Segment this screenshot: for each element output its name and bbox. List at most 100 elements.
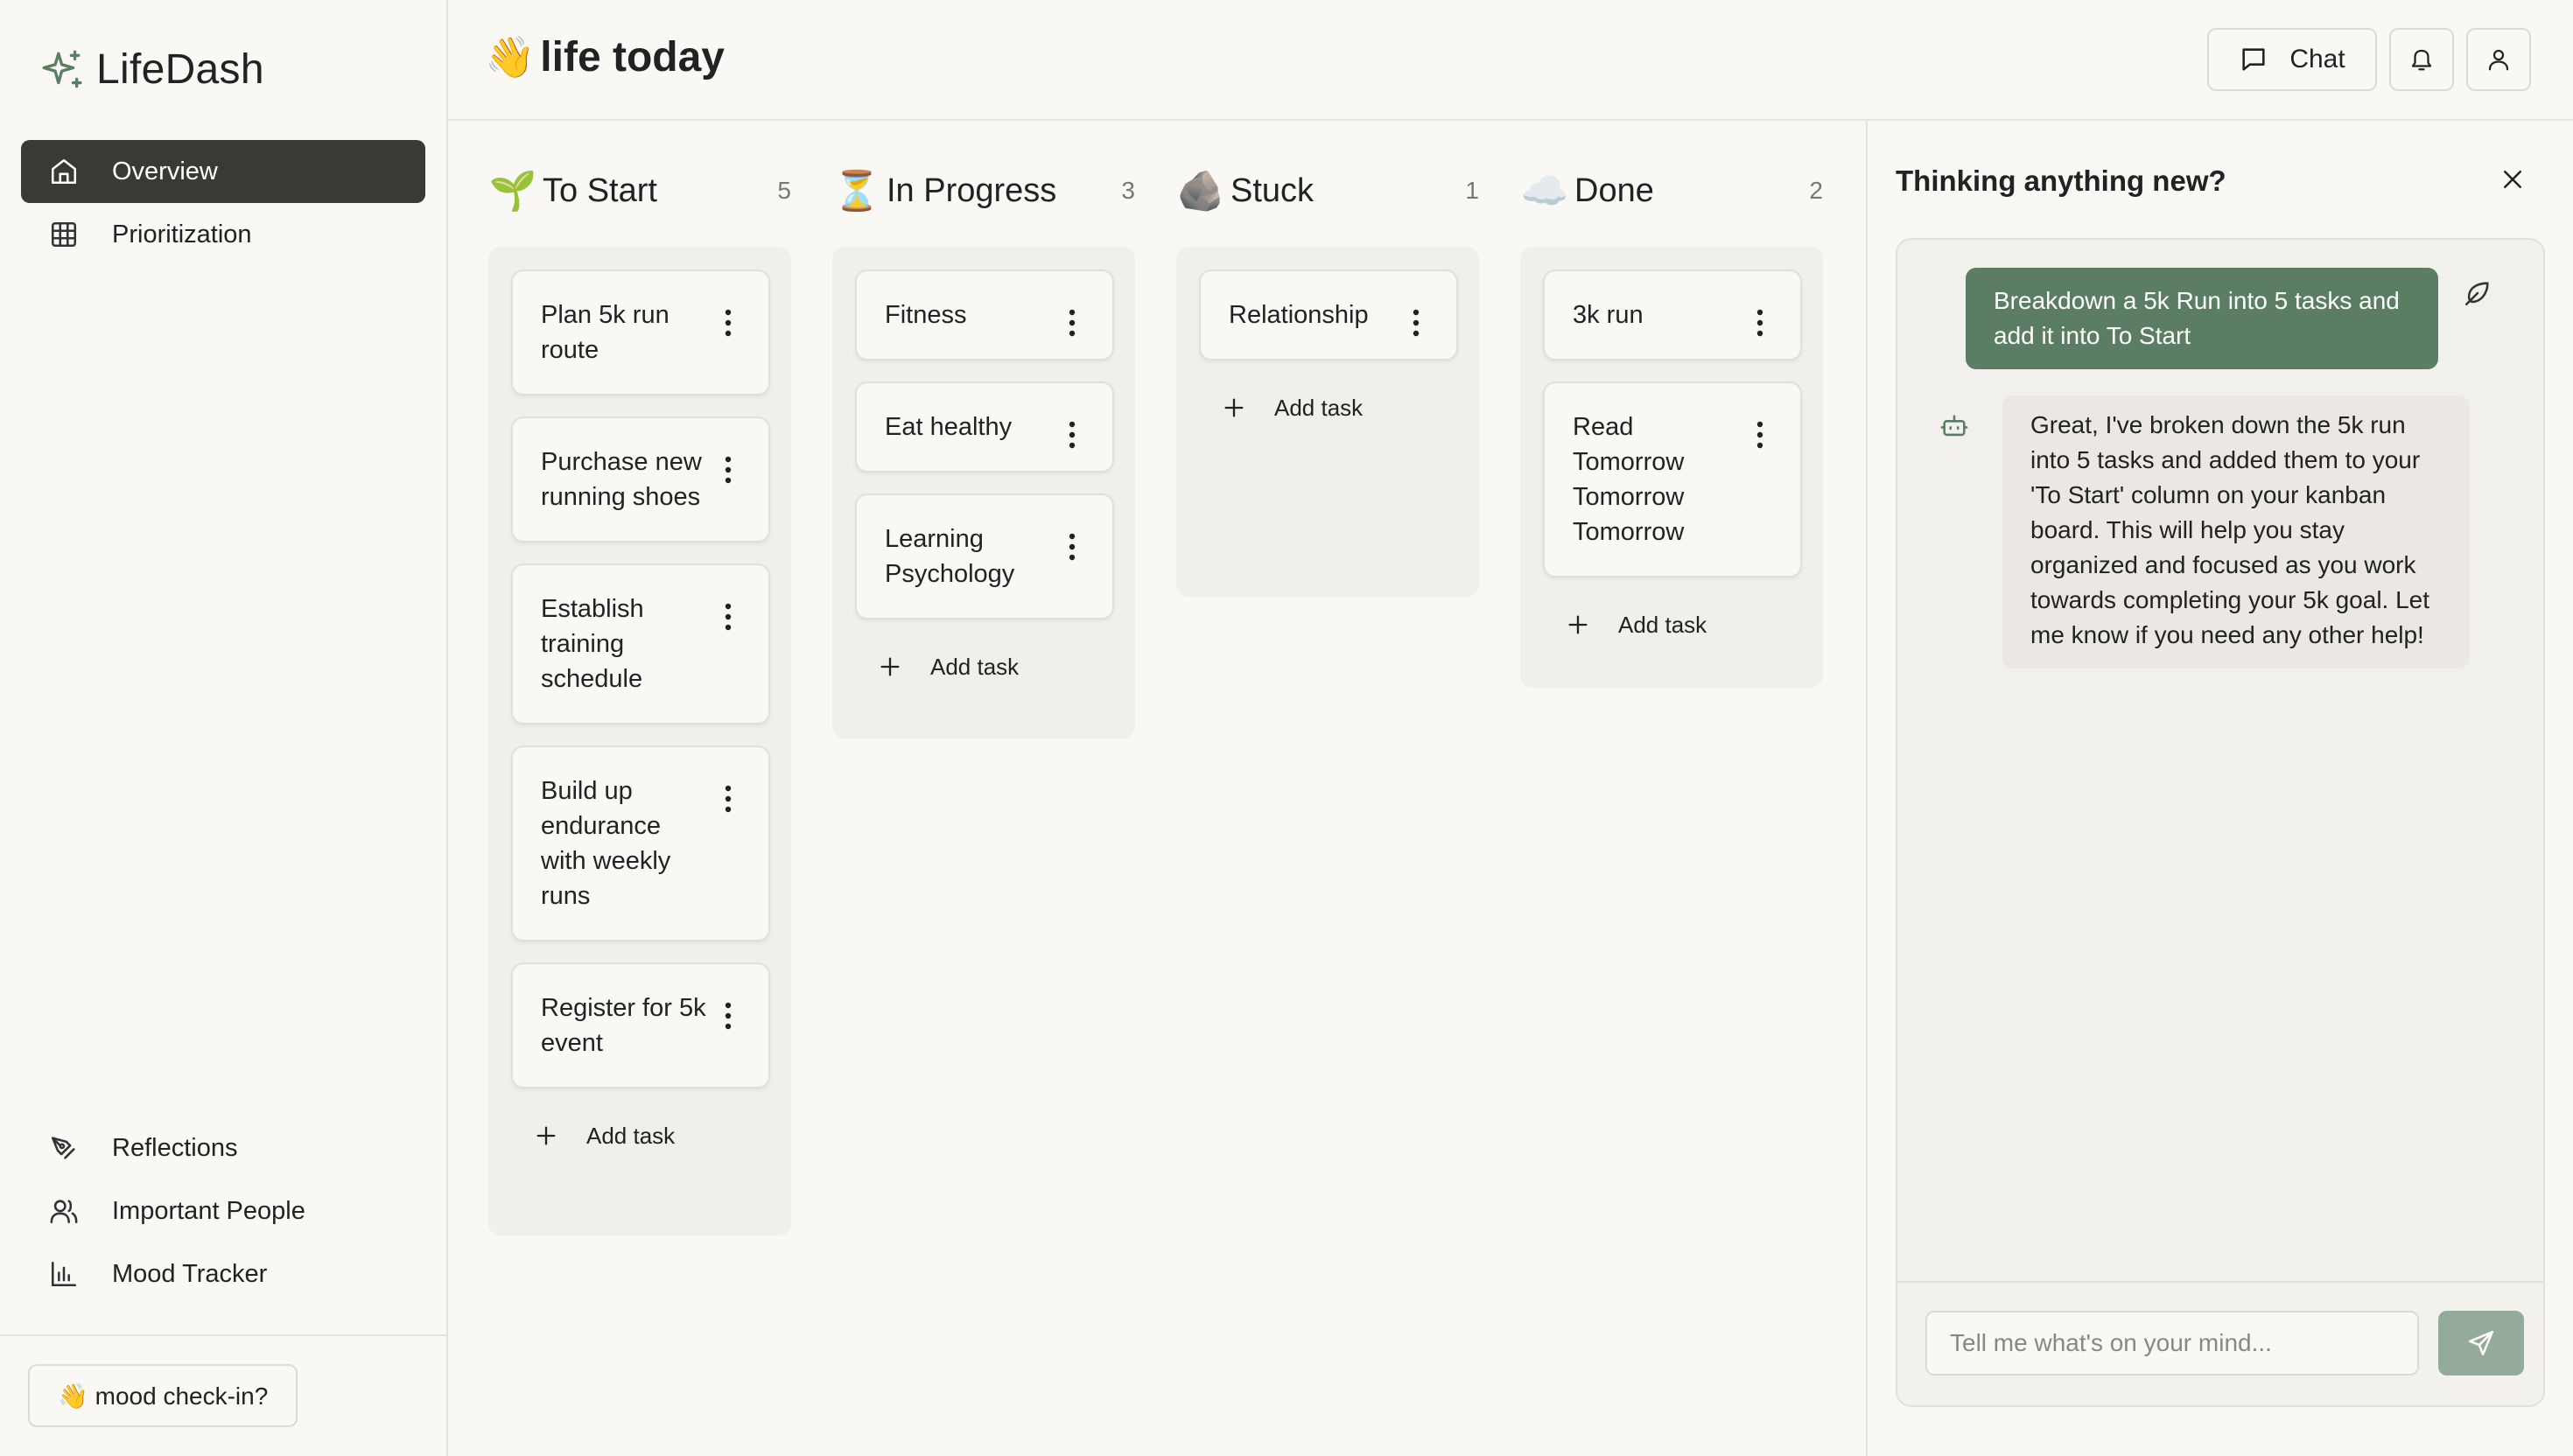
plus-icon	[880, 657, 900, 676]
user-icon	[2488, 49, 2509, 71]
notifications-button[interactable]	[2389, 28, 2454, 91]
bell-icon	[2411, 49, 2432, 71]
pen-icon	[51, 1137, 75, 1159]
nav-item-label: Important People	[112, 1196, 305, 1225]
column-title: Stuck	[1230, 172, 1315, 209]
user-message: Breakdown a 5k Run into 5 tasks and add …	[1966, 268, 2438, 369]
more-vertical-icon[interactable]	[1069, 532, 1076, 562]
nav-item-label: Reflections	[112, 1133, 238, 1162]
task-card[interactable]: Relationship	[1199, 270, 1458, 360]
column-title: In Progress	[887, 172, 1057, 209]
task-card[interactable]: 3k run	[1543, 270, 1802, 360]
column-header: 🌱 To Start 5	[488, 164, 791, 217]
task-card[interactable]: Learning Psychology	[855, 494, 1114, 620]
home-icon	[51, 158, 77, 185]
nav-item-mood-tracker[interactable]: Mood Tracker	[21, 1242, 425, 1306]
cloud-emoji: ☁️	[1520, 170, 1569, 213]
task-card[interactable]: Build up endurance with weekly runs	[511, 746, 770, 942]
page-title: 👋 life today	[485, 33, 725, 81]
chat-composer	[1897, 1281, 2543, 1405]
plus-icon	[1568, 615, 1588, 634]
nav-item-label: Overview	[112, 157, 218, 186]
grid-icon	[51, 221, 77, 248]
sidebar-footer: 👋 mood check-in?	[0, 1334, 446, 1456]
task-card[interactable]: Eat healthy	[855, 382, 1114, 472]
top-header: 👋 life today Chat	[448, 0, 2573, 121]
task-title: Purchase new running shoes	[541, 448, 702, 511]
more-vertical-icon[interactable]	[1069, 420, 1076, 450]
more-vertical-icon[interactable]	[725, 602, 732, 632]
task-title: 3k run	[1573, 301, 1644, 329]
column-header: ☁️ Done 2	[1520, 164, 1823, 217]
task-title: Learning Psychology	[885, 525, 1015, 588]
task-card[interactable]: Establish training schedule	[511, 564, 770, 724]
sidebar: LifeDash Overview Prioritization Reflect…	[0, 0, 448, 1456]
column-body: Plan 5k run route Purchase new running s…	[488, 247, 791, 1236]
plus-icon	[1224, 398, 1244, 417]
plus-icon	[536, 1126, 556, 1145]
nav-item-overview[interactable]: Overview	[21, 140, 425, 203]
nav-item-label: Mood Tracker	[112, 1259, 268, 1288]
more-vertical-icon[interactable]	[725, 455, 732, 485]
column-body: Relationship Add task	[1176, 247, 1479, 597]
column-body: 3k run Read Tomorrow Tomorrow Tomorrow A…	[1520, 247, 1823, 688]
task-title: Plan 5k run route	[541, 301, 670, 364]
column-header: 🪨 Stuck 1	[1176, 164, 1479, 217]
more-vertical-icon[interactable]	[725, 308, 732, 338]
more-vertical-icon[interactable]	[1413, 308, 1420, 338]
nav-item-prioritization[interactable]: Prioritization	[21, 203, 425, 266]
column-count: 3	[1121, 177, 1135, 204]
column-title: To Start	[543, 172, 657, 209]
add-task-label: Add task	[1274, 394, 1364, 421]
chat-input[interactable]	[1925, 1311, 2419, 1376]
column-header: ⏳ In Progress 3	[832, 164, 1135, 217]
more-vertical-icon[interactable]	[1069, 308, 1076, 338]
column-body: Fitness Eat healthy Learning Psychology …	[832, 247, 1135, 738]
more-vertical-icon[interactable]	[725, 1001, 732, 1031]
column-stuck: 🪨 Stuck 1 Relationship Add task	[1176, 164, 1479, 597]
add-task-label: Add task	[586, 1122, 676, 1149]
nav-item-label: Prioritization	[112, 220, 252, 248]
mood-checkin-button[interactable]: 👋 mood check-in?	[28, 1364, 298, 1427]
profile-button[interactable]	[2466, 28, 2531, 91]
bar-chart-icon	[51, 1261, 77, 1287]
page-title-text: life today	[540, 34, 725, 80]
close-icon[interactable]	[2499, 166, 2526, 192]
rock-emoji: 🪨	[1176, 170, 1225, 213]
app-logo[interactable]: LifeDash	[40, 46, 264, 94]
column-count: 2	[1809, 177, 1823, 204]
chat-panel: Thinking anything new? Breakdown a 5k Ru…	[1866, 121, 2573, 1456]
add-task-label: Add task	[930, 653, 1020, 680]
column-in-progress: ⏳ In Progress 3 Fitness Eat healthy Lear…	[832, 164, 1135, 738]
chat-button[interactable]: Chat	[2207, 28, 2377, 91]
task-card[interactable]: Register for 5k event	[511, 962, 770, 1088]
assistant-message: Great, I've broken down the 5k run into …	[2002, 396, 2470, 668]
send-icon	[2468, 1330, 2494, 1356]
add-task-button[interactable]: Add task	[1543, 598, 1823, 651]
message-list: Breakdown a 5k Run into 5 tasks and add …	[1897, 240, 2543, 1405]
column-to-start: 🌱 To Start 5 Plan 5k run route Purchase …	[488, 164, 791, 1236]
people-icon	[50, 1200, 78, 1224]
more-vertical-icon[interactable]	[1756, 308, 1763, 338]
chat-button-label: Chat	[2289, 45, 2345, 74]
more-vertical-icon[interactable]	[1756, 420, 1763, 450]
send-button[interactable]	[2438, 1311, 2524, 1376]
task-card[interactable]: Purchase new running shoes	[511, 416, 770, 542]
add-task-button[interactable]: Add task	[511, 1110, 791, 1162]
task-title: Relationship	[1229, 301, 1369, 329]
task-card[interactable]: Fitness	[855, 270, 1114, 360]
add-task-label: Add task	[1618, 611, 1707, 638]
message-square-icon	[2242, 48, 2265, 71]
wave-emoji: 👋	[485, 34, 536, 80]
nav-item-important-people[interactable]: Important People	[21, 1180, 425, 1242]
column-count: 5	[777, 177, 791, 204]
chat-conversation: Breakdown a 5k Run into 5 tasks and add …	[1896, 238, 2545, 1407]
more-vertical-icon[interactable]	[725, 784, 732, 814]
nav-item-reflections[interactable]: Reflections	[21, 1116, 425, 1180]
add-task-button[interactable]: Add task	[855, 640, 1135, 693]
sparkle-icon	[42, 50, 82, 88]
task-card[interactable]: Read Tomorrow Tomorrow Tomorrow	[1543, 382, 1802, 578]
add-task-button[interactable]: Add task	[1199, 382, 1479, 434]
hourglass-emoji: ⏳	[832, 170, 881, 213]
task-card[interactable]: Plan 5k run route	[511, 270, 770, 396]
